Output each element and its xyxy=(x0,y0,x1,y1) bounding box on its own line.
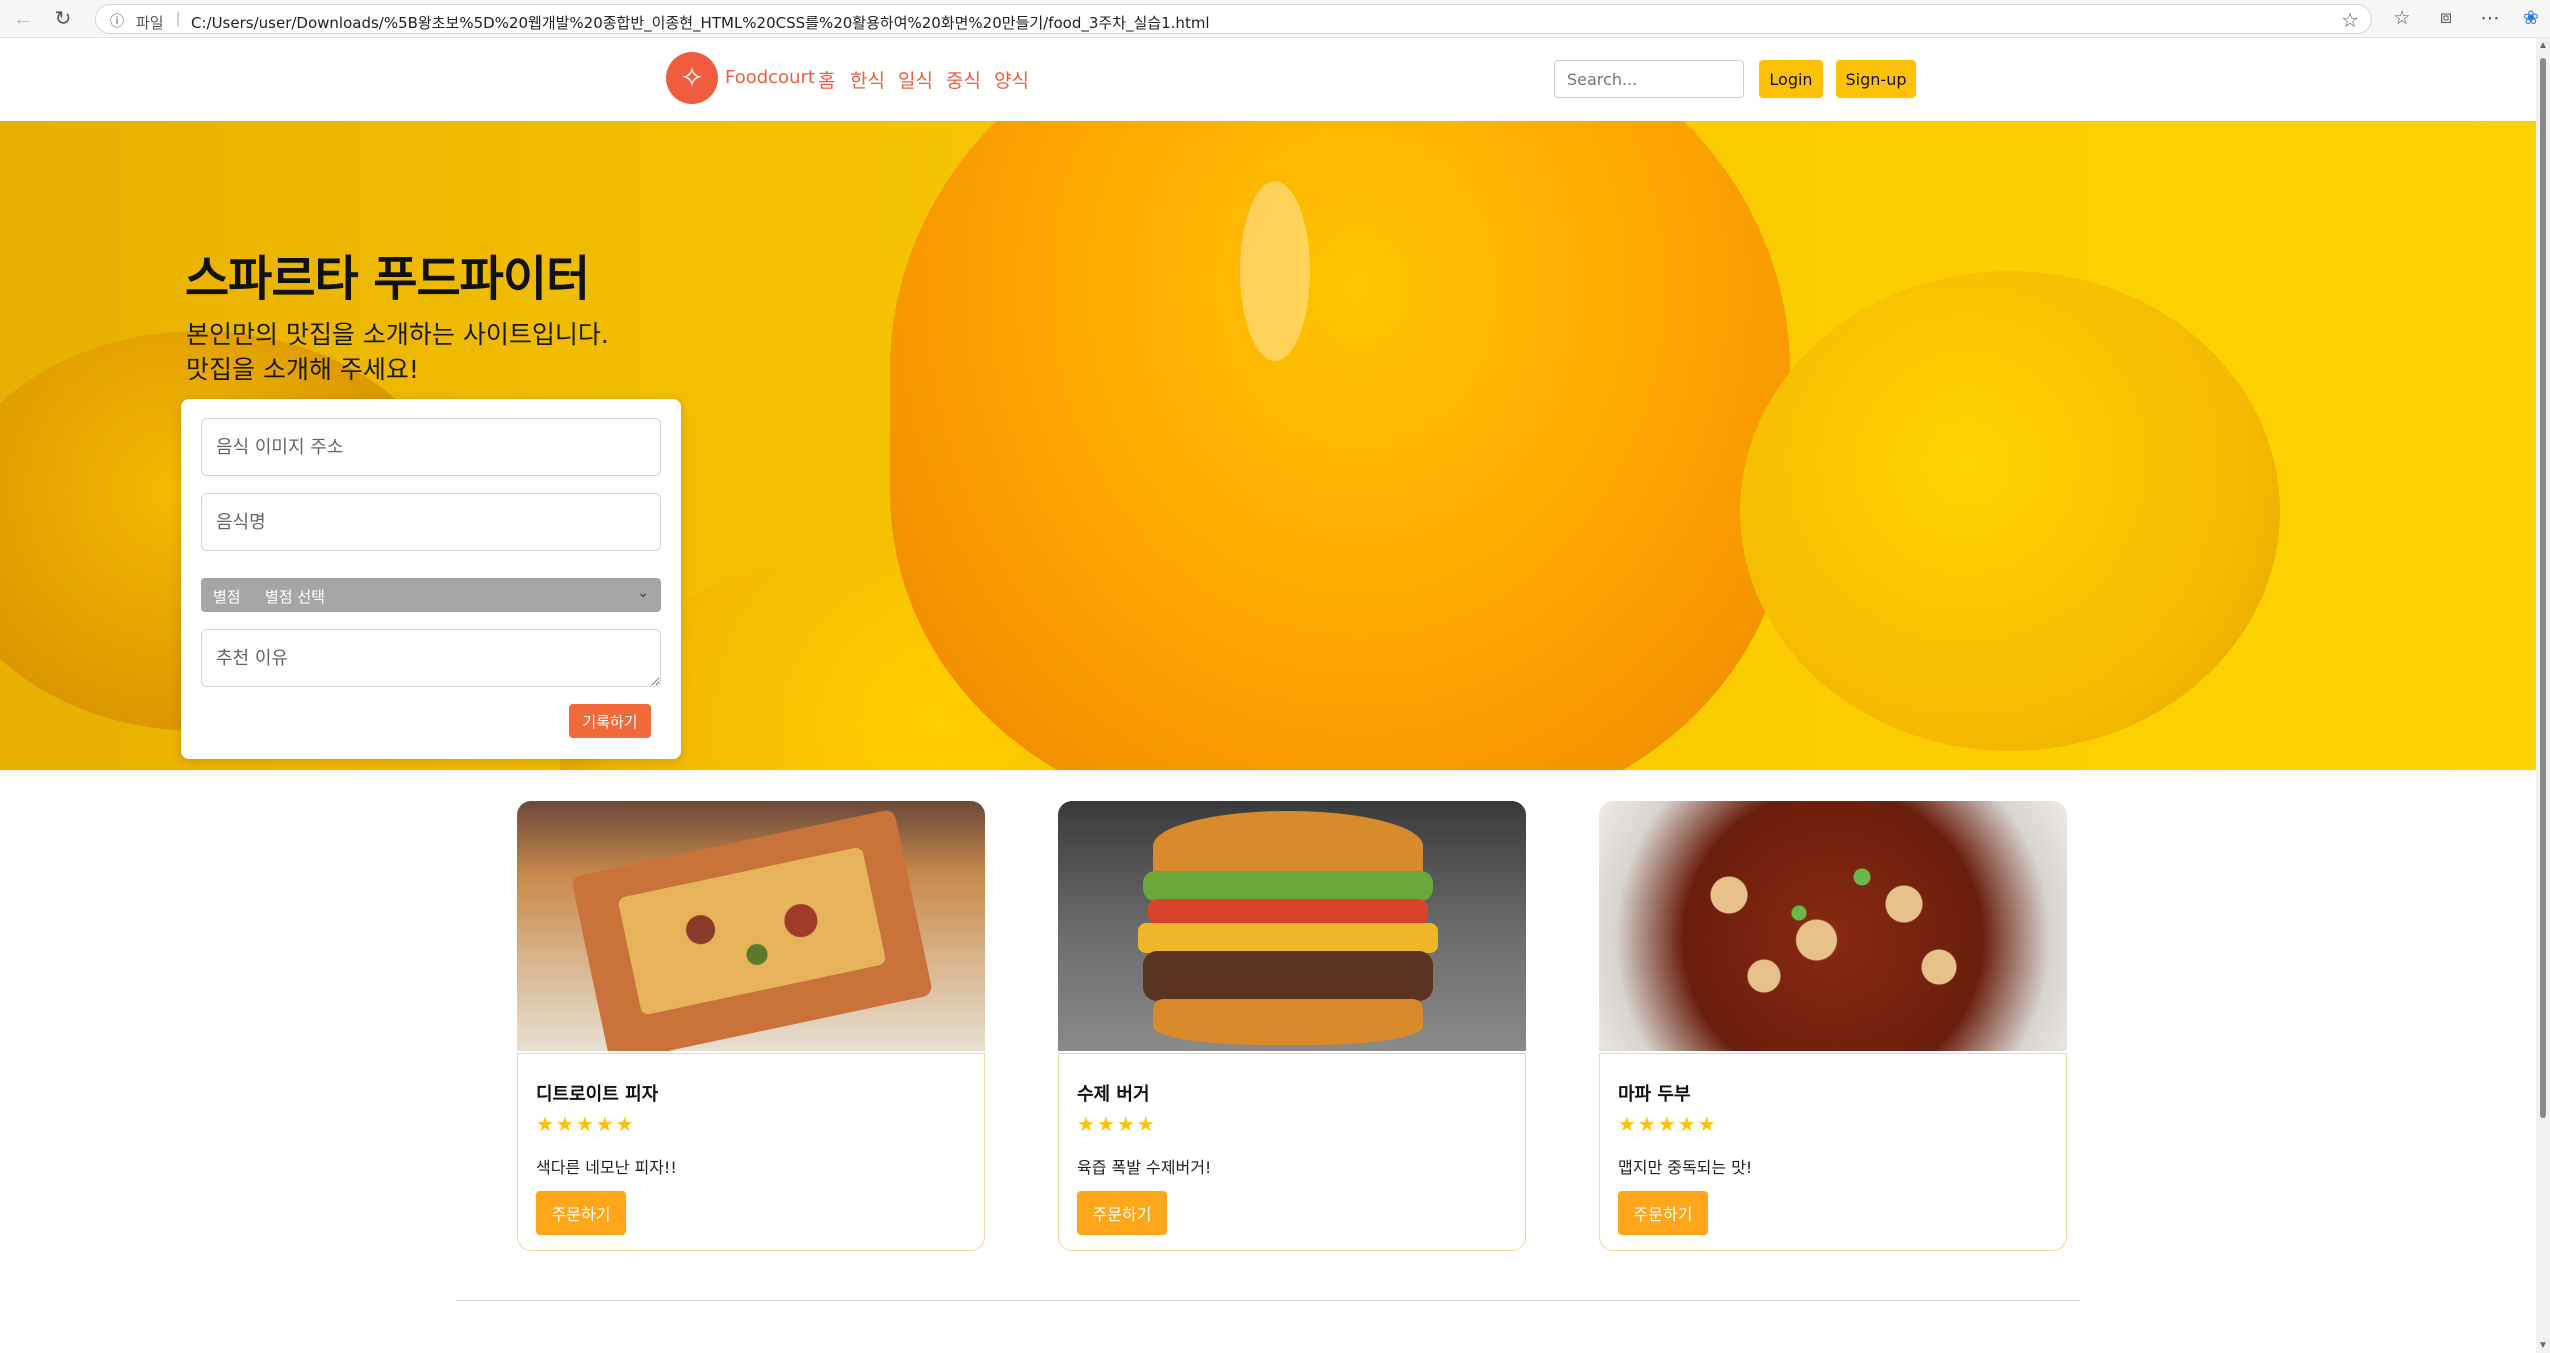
review-form: 별점 별점 선택 ⌄ 기록하기 xyxy=(181,399,681,759)
collections-icon[interactable]: ⧈ xyxy=(2433,7,2459,29)
rating-select-label: 별점 xyxy=(213,588,241,606)
address-bar[interactable]: ⓘ 파일 | C:/Users/user/Downloads/%5B왕초보%5D… xyxy=(95,4,2372,34)
food-card: 마파 두부 ★★★★★ 맵지만 중독되는 맛! 주문하기 xyxy=(1599,801,2067,1251)
card-description: 색다른 네모난 피자!! xyxy=(536,1158,677,1177)
card-description: 육즙 폭발 수제버거! xyxy=(1077,1158,1212,1177)
yellow-pepper-image xyxy=(890,121,1790,770)
scroll-down-icon[interactable]: ▼ xyxy=(2537,1340,2549,1351)
card-description: 맵지만 중독되는 맛! xyxy=(1618,1158,1753,1177)
login-button[interactable]: Login xyxy=(1759,60,1823,98)
page-scrollbar[interactable]: ▲ ▼ xyxy=(2536,38,2550,1353)
card-body: 마파 두부 ★★★★★ 맵지만 중독되는 맛! 주문하기 xyxy=(1599,1053,2067,1251)
reason-textarea[interactable] xyxy=(201,629,661,687)
order-button[interactable]: 주문하기 xyxy=(1618,1191,1708,1235)
url-separator: | xyxy=(176,10,181,27)
url-text[interactable]: C:/Users/user/Downloads/%5B왕초보%5D%20웹개발%… xyxy=(191,12,1210,33)
back-icon[interactable]: ← xyxy=(10,6,36,32)
star-rating-icon: ★★★★★ xyxy=(536,1114,636,1136)
food-card: 디트로이트 피자 ★★★★★ 색다른 네모난 피자!! 주문하기 xyxy=(517,801,985,1251)
section-divider xyxy=(455,1300,2080,1301)
copilot-icon[interactable]: ❀ xyxy=(2518,7,2544,30)
fork-knife-logo-icon[interactable]: ✧ xyxy=(666,52,718,104)
browser-toolbar: ← ↻ ⓘ 파일 | C:/Users/user/Downloads/%5B왕초… xyxy=(0,0,2550,38)
site-header: ✧ Foodcourt 홈 한식 일식 중식 양식 Login Sign-up xyxy=(0,38,2536,121)
brand-link[interactable]: Foodcourt xyxy=(725,67,815,88)
pepper-highlight xyxy=(1240,181,1310,361)
burger-image xyxy=(1058,801,1526,1051)
nav-item-japanese[interactable]: 일식 xyxy=(898,66,933,93)
chevron-down-icon: ⌄ xyxy=(637,585,649,601)
pizza-image xyxy=(517,801,985,1051)
mapo-tofu-image xyxy=(1599,801,2067,1051)
hero-subtitle-1: 본인만의 맛집을 소개하는 사이트입니다. xyxy=(186,320,609,349)
order-button[interactable]: 주문하기 xyxy=(1077,1191,1167,1235)
favorite-star-icon[interactable]: ☆ xyxy=(2341,8,2359,33)
search-input[interactable] xyxy=(1554,60,1744,98)
image-url-input[interactable] xyxy=(201,418,661,476)
order-button[interactable]: 주문하기 xyxy=(536,1191,626,1235)
scrollbar-thumb[interactable] xyxy=(2540,58,2546,1118)
nav-item-chinese[interactable]: 중식 xyxy=(946,66,981,93)
card-title: 수제 버거 xyxy=(1077,1084,1150,1105)
food-card: 수제 버거 ★★★★ 육즙 폭발 수제버거! 주문하기 xyxy=(1058,801,1526,1251)
signup-button[interactable]: Sign-up xyxy=(1836,60,1916,98)
rating-select[interactable]: 별점 별점 선택 ⌄ xyxy=(201,578,661,612)
star-rating-icon: ★★★★ xyxy=(1077,1114,1157,1136)
hero-subtitle-2: 맛집을 소개해 주세요! xyxy=(186,355,419,384)
favorites-icon[interactable]: ☆ xyxy=(2389,7,2415,30)
card-body: 수제 버거 ★★★★ 육즙 폭발 수제버거! 주문하기 xyxy=(1058,1053,1526,1251)
card-body: 디트로이트 피자 ★★★★★ 색다른 네모난 피자!! 주문하기 xyxy=(517,1053,985,1251)
more-menu-icon[interactable]: ⋯ xyxy=(2477,7,2503,30)
reload-icon[interactable]: ↻ xyxy=(50,6,76,32)
nav-item-home[interactable]: 홈 xyxy=(818,66,835,93)
rating-select-value: 별점 선택 xyxy=(265,588,325,606)
nav-item-korean[interactable]: 한식 xyxy=(850,66,885,93)
lemon-image xyxy=(1740,271,2280,751)
card-title: 마파 두부 xyxy=(1618,1084,1691,1105)
hero-title: 스파르타 푸드파이터 xyxy=(185,251,590,307)
nav-item-western[interactable]: 양식 xyxy=(994,66,1029,93)
star-rating-icon: ★★★★★ xyxy=(1618,1114,1718,1136)
scroll-up-icon[interactable]: ▲ xyxy=(2537,40,2549,51)
info-icon[interactable]: ⓘ xyxy=(110,11,124,31)
food-name-input[interactable] xyxy=(201,493,661,551)
submit-button[interactable]: 기록하기 xyxy=(569,704,651,738)
card-title: 디트로이트 피자 xyxy=(536,1084,659,1105)
url-scheme-label: 파일 xyxy=(136,14,164,32)
